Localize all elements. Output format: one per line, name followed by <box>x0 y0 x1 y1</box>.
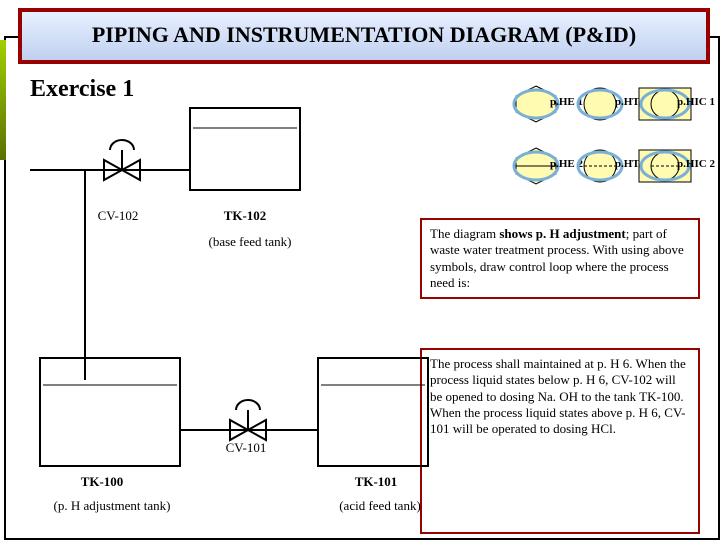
exercise-heading: Exercise 1 <box>30 76 134 103</box>
legend-row-2: p.HE 2 p.HT 2 p.HIC 2 <box>505 146 697 186</box>
title-text: PIPING AND INSTRUMENTATION DIAGRAM (P&ID… <box>22 12 706 48</box>
sym-phic1: p.HIC 1 <box>634 84 696 124</box>
label-tk102sub: (base feed tank) <box>190 234 310 250</box>
label-tk101: TK-101 <box>355 474 398 489</box>
instruction-box-2: The process shall maintained at p. H 6. … <box>420 348 700 534</box>
title-banner: PIPING AND INSTRUMENTATION DIAGRAM (P&ID… <box>18 8 710 64</box>
sym-phe2: p.HE 2 <box>505 146 567 186</box>
process-diagram: CV-102 TK-102 (base feed tank) CV-101 TK… <box>30 100 432 520</box>
label-cv101: CV-101 <box>216 440 276 456</box>
label-tk100: TK-100 <box>81 474 124 489</box>
label-tk101sub: (acid feed tank) <box>320 498 440 514</box>
pid-svg <box>30 100 432 520</box>
label-tk102: TK-102 <box>224 208 267 223</box>
sym-pht1: p.HT 1 <box>569 84 631 124</box>
legend-row-1: p.HE 1 p.HT 1 p.HIC 1 <box>505 84 697 124</box>
sym-phic2: p.HIC 2 <box>634 146 696 186</box>
instruction-box-1: The diagram shows p. H adjustment; part … <box>420 218 700 299</box>
sym-phe1: p.HE 1 <box>505 84 567 124</box>
sym-pht2: p.HT 2 <box>569 146 631 186</box>
accent-strip <box>0 40 6 160</box>
label-tk100sub: (p. H adjustment tank) <box>32 498 192 514</box>
label-cv102: CV-102 <box>78 208 158 224</box>
